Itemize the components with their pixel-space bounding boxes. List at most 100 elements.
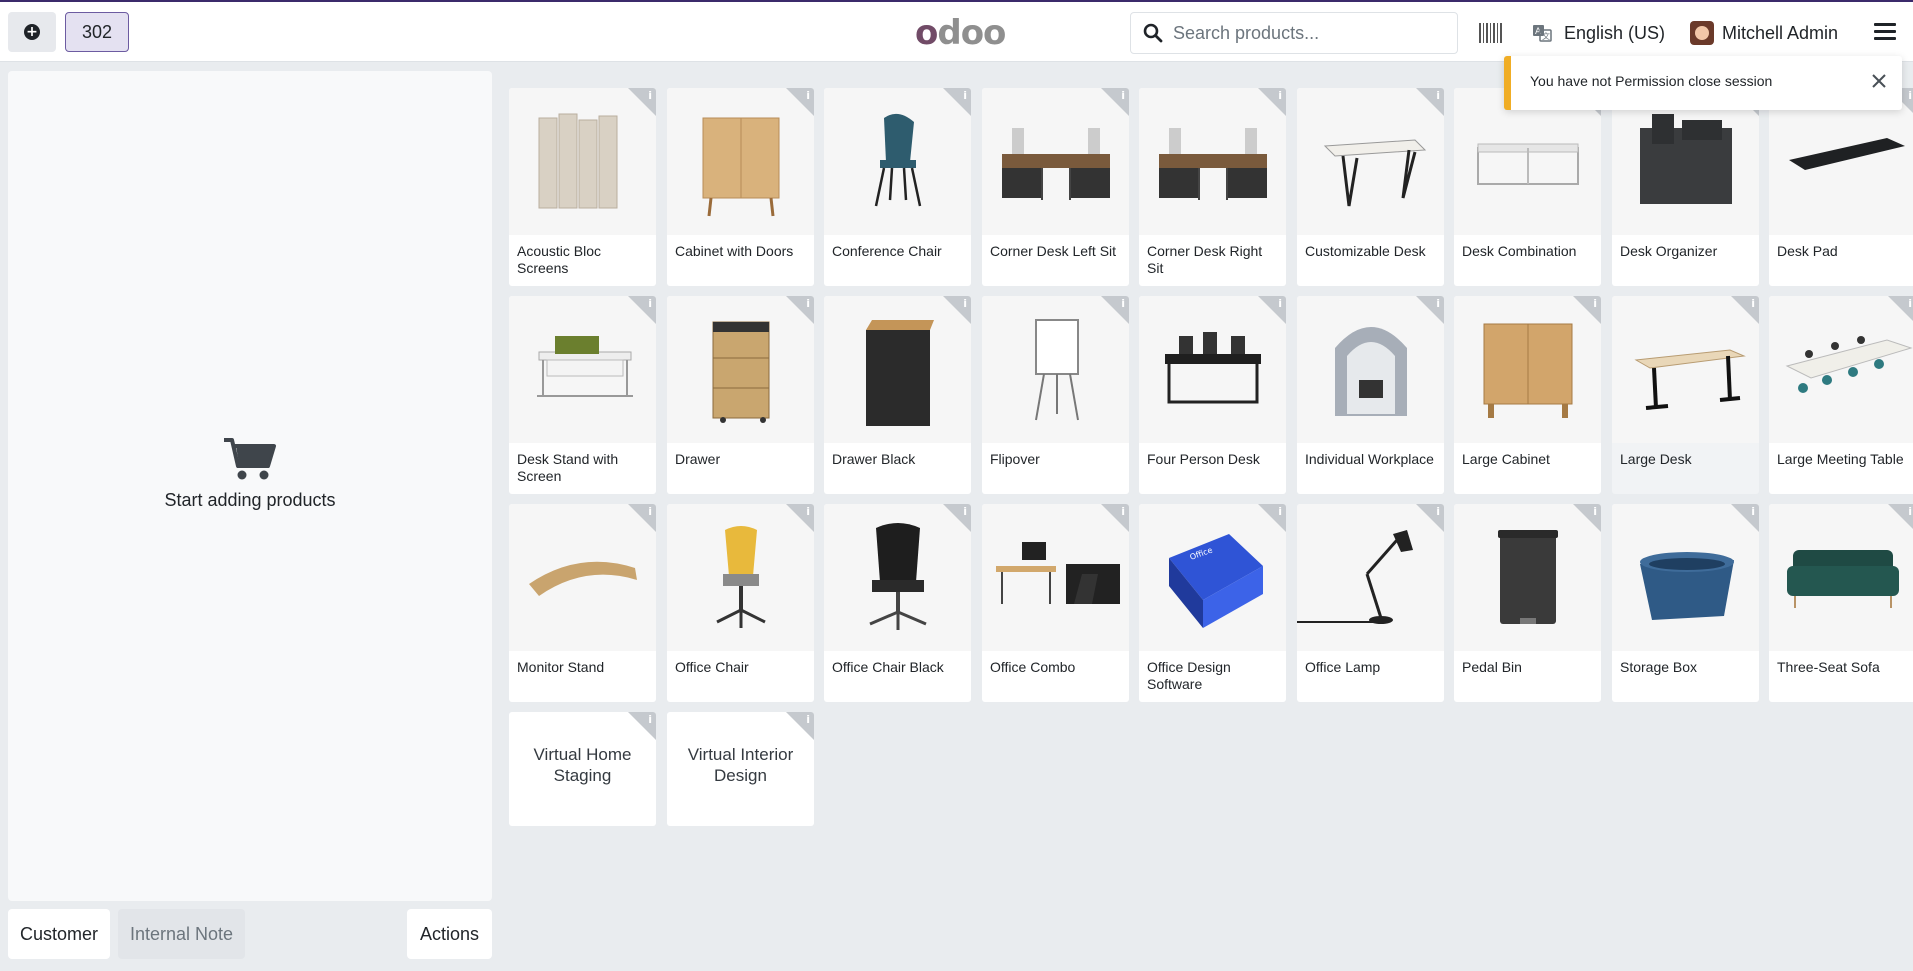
- info-icon[interactable]: i: [1121, 505, 1125, 518]
- plus-circle-icon: +: [24, 24, 40, 40]
- info-icon[interactable]: i: [1436, 89, 1440, 102]
- product-card[interactable]: i Virtual Interior Design: [667, 712, 814, 826]
- translate-icon: A 文: [1533, 25, 1552, 42]
- language-selector[interactable]: A 文 English (US): [1532, 20, 1665, 46]
- info-icon[interactable]: i: [1908, 505, 1912, 518]
- product-name: Pedal Bin: [1462, 659, 1522, 675]
- product-card[interactable]: i Individual Workplace: [1297, 296, 1444, 494]
- info-icon[interactable]: i: [1908, 89, 1912, 102]
- empty-cart-state: Start adding products: [8, 436, 492, 511]
- notification-toast: You have not Permission close session: [1504, 56, 1902, 110]
- product-card[interactable]: i Large Cabinet: [1454, 296, 1601, 494]
- language-label: English (US): [1564, 22, 1666, 43]
- product-card[interactable]: i Office Chair: [667, 504, 814, 702]
- product-card[interactable]: i Corner Desk Left Sit: [982, 88, 1129, 286]
- product-card[interactable]: i Three-Seat Sofa: [1769, 504, 1913, 702]
- info-icon[interactable]: i: [806, 297, 810, 310]
- order-panel: Start adding products: [8, 71, 492, 901]
- product-card[interactable]: i Office Chair Black: [824, 504, 971, 702]
- product-name: Large Desk: [1620, 451, 1692, 467]
- user-menu[interactable]: Mitchell Admin: [1690, 20, 1838, 46]
- product-name: Individual Workplace: [1305, 451, 1434, 467]
- product-name: Customizable Desk: [1305, 243, 1426, 259]
- product-name: Office Lamp: [1305, 659, 1381, 675]
- info-icon[interactable]: i: [963, 89, 967, 102]
- internal-note-button[interactable]: Internal Note: [118, 909, 245, 959]
- info-icon[interactable]: i: [1908, 297, 1912, 310]
- product-card[interactable]: i Conference Chair: [824, 88, 971, 286]
- svg-text:文: 文: [1542, 31, 1550, 41]
- odoo-logo: odoo: [915, 13, 1006, 53]
- customer-button[interactable]: Customer: [8, 909, 110, 959]
- info-icon[interactable]: i: [1278, 505, 1282, 518]
- info-icon[interactable]: i: [1751, 297, 1755, 310]
- product-card[interactable]: i Storage Box: [1612, 504, 1759, 702]
- product-name: Acoustic Bloc Screens: [517, 243, 602, 276]
- product-name: Conference Chair: [832, 243, 942, 259]
- barcode-icon[interactable]: [1478, 22, 1504, 44]
- new-order-button[interactable]: +: [8, 12, 56, 52]
- info-icon[interactable]: i: [806, 713, 810, 726]
- info-icon[interactable]: i: [648, 297, 652, 310]
- product-card[interactable]: i Drawer Black: [824, 296, 971, 494]
- info-icon[interactable]: i: [1121, 297, 1125, 310]
- info-icon[interactable]: i: [806, 89, 810, 102]
- user-name: Mitchell Admin: [1722, 22, 1839, 43]
- product-card[interactable]: i Customizable Desk: [1297, 88, 1444, 286]
- product-card[interactable]: i Pedal Bin: [1454, 504, 1601, 702]
- product-name: Drawer: [675, 451, 721, 467]
- info-icon[interactable]: i: [806, 505, 810, 518]
- close-icon[interactable]: [1870, 72, 1888, 90]
- top-navbar: + 302 odoo A 文 English (US) Mitchell Adm…: [0, 2, 1913, 62]
- product-card[interactable]: i Large Meeting Table: [1769, 296, 1913, 494]
- info-icon[interactable]: i: [1436, 505, 1440, 518]
- product-card[interactable]: i Office Lamp: [1297, 504, 1444, 702]
- info-icon[interactable]: i: [1593, 297, 1597, 310]
- info-icon[interactable]: i: [1278, 297, 1282, 310]
- info-icon[interactable]: i: [1121, 89, 1125, 102]
- info-icon[interactable]: i: [1278, 89, 1282, 102]
- product-name: Desk Stand with Screen: [517, 451, 619, 484]
- product-card[interactable]: i Desk Stand with Screen: [509, 296, 656, 494]
- product-name: Desk Combination: [1462, 243, 1577, 259]
- info-icon[interactable]: i: [648, 713, 652, 726]
- product-card[interactable]: iDesk Organizer: [1612, 88, 1759, 286]
- product-card[interactable]: Office i Office Design Software: [1139, 504, 1286, 702]
- product-card[interactable]: i Monitor Stand: [509, 504, 656, 702]
- search-icon: [1143, 23, 1163, 43]
- product-card[interactable]: i Virtual Home Staging: [509, 712, 656, 826]
- shopping-cart-icon: [224, 438, 276, 480]
- product-card[interactable]: i Four Person Desk: [1139, 296, 1286, 494]
- product-card[interactable]: i Corner Desk Right Sit: [1139, 88, 1286, 286]
- product-card[interactable]: i Desk Pad: [1769, 88, 1913, 286]
- user-avatar: [1690, 21, 1714, 45]
- product-card[interactable]: i Drawer: [667, 296, 814, 494]
- product-name: Three-Seat Sofa: [1777, 659, 1880, 675]
- search-bar[interactable]: [1130, 12, 1458, 54]
- product-name: Office Chair: [675, 659, 749, 675]
- product-card[interactable]: i Office Combo: [982, 504, 1129, 702]
- search-input[interactable]: [1173, 22, 1443, 44]
- info-icon[interactable]: i: [648, 505, 652, 518]
- info-icon[interactable]: i: [963, 505, 967, 518]
- info-icon[interactable]: i: [1751, 505, 1755, 518]
- product-name: Office Design Software: [1147, 659, 1231, 692]
- product-card[interactable]: iDesk Combination: [1454, 88, 1601, 286]
- actions-button[interactable]: Actions: [407, 909, 492, 959]
- product-name: Monitor Stand: [517, 659, 605, 675]
- product-name: Virtual Interior Design: [687, 745, 794, 785]
- product-card[interactable]: i Large Desk: [1612, 296, 1759, 494]
- info-icon[interactable]: i: [1593, 505, 1597, 518]
- info-icon[interactable]: i: [963, 297, 967, 310]
- info-icon[interactable]: i: [648, 89, 652, 102]
- order-tab[interactable]: 302: [65, 12, 129, 52]
- product-card[interactable]: i Cabinet with Doors: [667, 88, 814, 286]
- svg-text:A: A: [1535, 27, 1542, 37]
- product-name: Large Cabinet: [1462, 451, 1550, 467]
- info-icon[interactable]: i: [1436, 297, 1440, 310]
- hamburger-menu-icon[interactable]: [1874, 23, 1896, 41]
- product-card[interactable]: i Flipover: [982, 296, 1129, 494]
- product-name: Desk Pad: [1777, 243, 1838, 259]
- product-card[interactable]: i Acoustic Bloc Screens: [509, 88, 656, 286]
- product-name: Large Meeting Table: [1777, 451, 1904, 467]
